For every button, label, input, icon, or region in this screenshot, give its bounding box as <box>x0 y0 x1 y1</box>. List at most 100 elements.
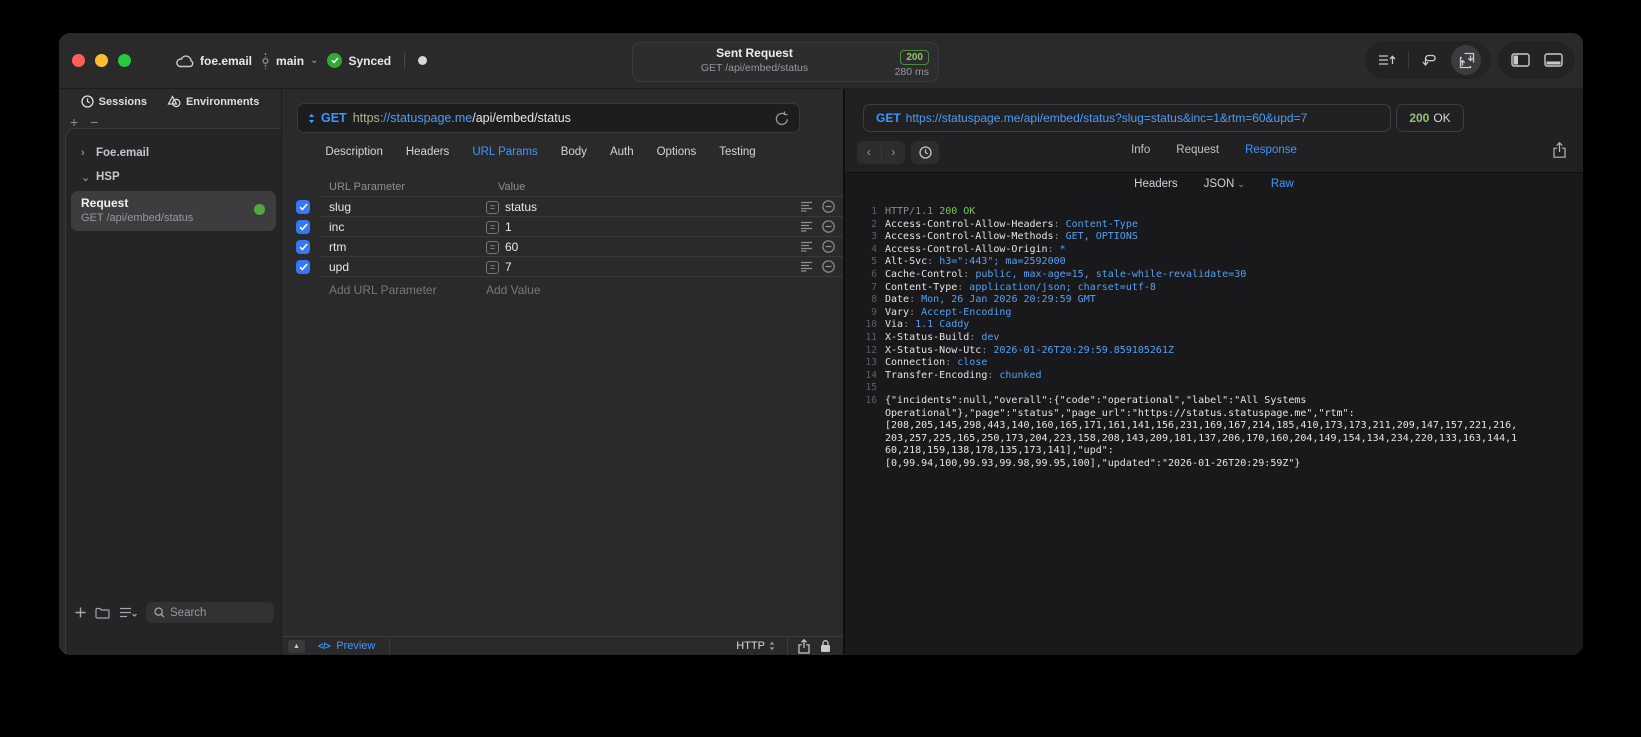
tab-body[interactable]: Body <box>561 146 587 158</box>
param-value-field[interactable]: status <box>505 200 537 214</box>
chevron-right-icon[interactable]: › <box>81 147 89 159</box>
add-param-value-placeholder[interactable]: Add Value <box>486 283 541 297</box>
subtab-json[interactable]: JSON ⌄ <box>1204 178 1245 190</box>
tab-environments[interactable]: Environments <box>167 95 259 108</box>
param-name-field[interactable]: inc <box>329 220 344 234</box>
line-number: 10 <box>865 319 877 331</box>
value-format-menu-icon[interactable] <box>800 261 813 272</box>
search-input[interactable]: Search <box>146 602 274 623</box>
sync-status[interactable]: Synced <box>327 53 391 68</box>
zoom-window-button[interactable] <box>118 54 131 67</box>
protocol-select[interactable]: HTTP <box>736 640 775 652</box>
remove-param-icon[interactable] <box>822 240 835 253</box>
http-version-text: HTTP/1.1 <box>885 206 940 217</box>
header-name-text: Transfer-Encoding <box>885 369 988 381</box>
tab-testing[interactable]: Testing <box>719 146 755 158</box>
param-value-field[interactable]: 7 <box>505 260 512 274</box>
tab-auth[interactable]: Auth <box>610 146 634 158</box>
lock-icon[interactable] <box>820 639 831 653</box>
tree-group-foe-email[interactable]: › Foe.email <box>66 141 281 165</box>
param-value-field[interactable]: 1 <box>505 220 512 234</box>
preview-button[interactable]: </> Preview <box>318 640 375 652</box>
tab-response[interactable]: Response <box>1245 144 1297 156</box>
footer-divider-2 <box>787 637 788 655</box>
request-url-bar[interactable]: GET https://statuspage.me/api/embed/stat… <box>297 103 800 133</box>
branch-menu[interactable]: main ⌄ <box>261 52 318 69</box>
param-row[interactable]: inc = 1 <box>282 217 843 237</box>
response-tab-bar: Info Request Response <box>845 144 1583 156</box>
sessions-panel: › Foe.email ⌄ HSP Request GET /api/embed… <box>65 128 281 655</box>
new-request-button[interactable] <box>75 607 86 618</box>
add-item-button[interactable]: + <box>70 115 78 129</box>
separator-text: : <box>909 294 922 306</box>
subtab-raw[interactable]: Raw <box>1271 178 1294 190</box>
param-name-field[interactable]: slug <box>329 200 351 214</box>
tab-description[interactable]: Description <box>325 146 383 158</box>
branch-icon <box>261 52 270 69</box>
sort-list-button[interactable] <box>1375 48 1399 72</box>
subtab-headers[interactable]: Headers <box>1134 178 1177 190</box>
tab-headers[interactable]: Headers <box>406 146 449 158</box>
project-menu[interactable]: foe.email <box>175 54 252 68</box>
tab-sessions-label: Sessions <box>98 95 147 108</box>
param-enabled-checkbox[interactable] <box>296 260 310 274</box>
param-enabled-checkbox[interactable] <box>296 200 310 214</box>
sidebar-tabs: Sessions Environments <box>59 95 281 108</box>
param-value-field[interactable]: 60 <box>505 240 518 254</box>
close-window-button[interactable] <box>72 54 85 67</box>
response-line: 10 Via: 1.1 Caddy <box>853 319 1577 332</box>
tab-info[interactable]: Info <box>1131 144 1150 156</box>
param-row[interactable]: upd = 7 <box>282 257 843 277</box>
expand-panel-button[interactable]: ▲ <box>288 639 305 653</box>
remove-param-icon[interactable] <box>822 200 835 213</box>
param-name-field[interactable]: upd <box>329 260 349 274</box>
export-response-icon[interactable] <box>1553 142 1566 158</box>
param-row[interactable]: slug = status <box>282 197 843 217</box>
response-raw-view[interactable]: 1 HTTP/1.1 200 OK 2 Access-Control-Allow… <box>845 200 1583 655</box>
value-format-menu-icon[interactable] <box>800 241 813 252</box>
param-name-field[interactable]: rtm <box>329 240 346 254</box>
response-status-text: OK <box>1433 111 1451 125</box>
value-format-menu-icon[interactable] <box>800 221 813 232</box>
remove-param-icon[interactable] <box>822 220 835 233</box>
line-text: Transfer-Encoding: chunked <box>885 370 1042 383</box>
tab-request[interactable]: Request <box>1176 144 1219 156</box>
toggle-bottom-panel-icon[interactable] <box>1541 48 1565 72</box>
sent-request-url-box[interactable]: GET https://statuspage.me/api/embed/stat… <box>863 104 1391 132</box>
method-stepper-icon[interactable] <box>308 113 315 124</box>
add-param-row[interactable]: Add URL Parameter Add Value <box>282 277 843 299</box>
line-text: Access-Control-Allow-Methods: GET, OPTIO… <box>885 231 1138 244</box>
header-value-text: GET, OPTIONS <box>1065 231 1138 243</box>
value-format-menu-icon[interactable] <box>800 201 813 212</box>
minimize-window-button[interactable] <box>95 54 108 67</box>
tab-sessions[interactable]: Sessions <box>81 95 147 108</box>
header-value-text: close <box>957 357 988 369</box>
merge-button[interactable] <box>1418 48 1442 72</box>
import-export-button[interactable] <box>1451 45 1481 75</box>
param-row[interactable]: rtm = 60 <box>282 237 843 257</box>
search-icon <box>154 607 165 618</box>
protocol-stepper-icon <box>769 641 775 651</box>
toggle-sidebar-icon[interactable] <box>1508 48 1532 72</box>
header-name-text: X-Status-Now-Utc <box>885 344 982 356</box>
tab-options[interactable]: Options <box>657 146 697 158</box>
request-list-item-selected[interactable]: Request GET /api/embed/status <box>71 191 276 231</box>
request-method[interactable]: GET <box>321 111 347 125</box>
equals-badge-icon: = <box>486 260 499 274</box>
remove-item-button[interactable]: − <box>90 115 98 129</box>
resend-request-icon[interactable] <box>775 111 789 126</box>
line-number: 4 <box>871 243 877 255</box>
tree-group-hsp[interactable]: ⌄ HSP <box>66 165 281 189</box>
line-number: 6 <box>871 268 877 280</box>
chevron-down-icon[interactable]: ⌄ <box>81 171 90 184</box>
remove-param-icon[interactable] <box>822 260 835 273</box>
share-icon[interactable] <box>798 638 810 654</box>
new-group-button[interactable] <box>95 607 110 619</box>
sort-options-button[interactable] <box>119 607 137 618</box>
param-enabled-checkbox[interactable] <box>296 240 310 254</box>
param-enabled-checkbox[interactable] <box>296 220 310 234</box>
request-url[interactable]: https://statuspage.me/api/embed/status <box>353 111 571 125</box>
tab-url-params[interactable]: URL Params <box>472 146 537 158</box>
add-param-name-placeholder[interactable]: Add URL Parameter <box>329 283 437 297</box>
sent-request-summary[interactable]: Sent Request GET /api/embed/status 200 2… <box>632 42 939 82</box>
